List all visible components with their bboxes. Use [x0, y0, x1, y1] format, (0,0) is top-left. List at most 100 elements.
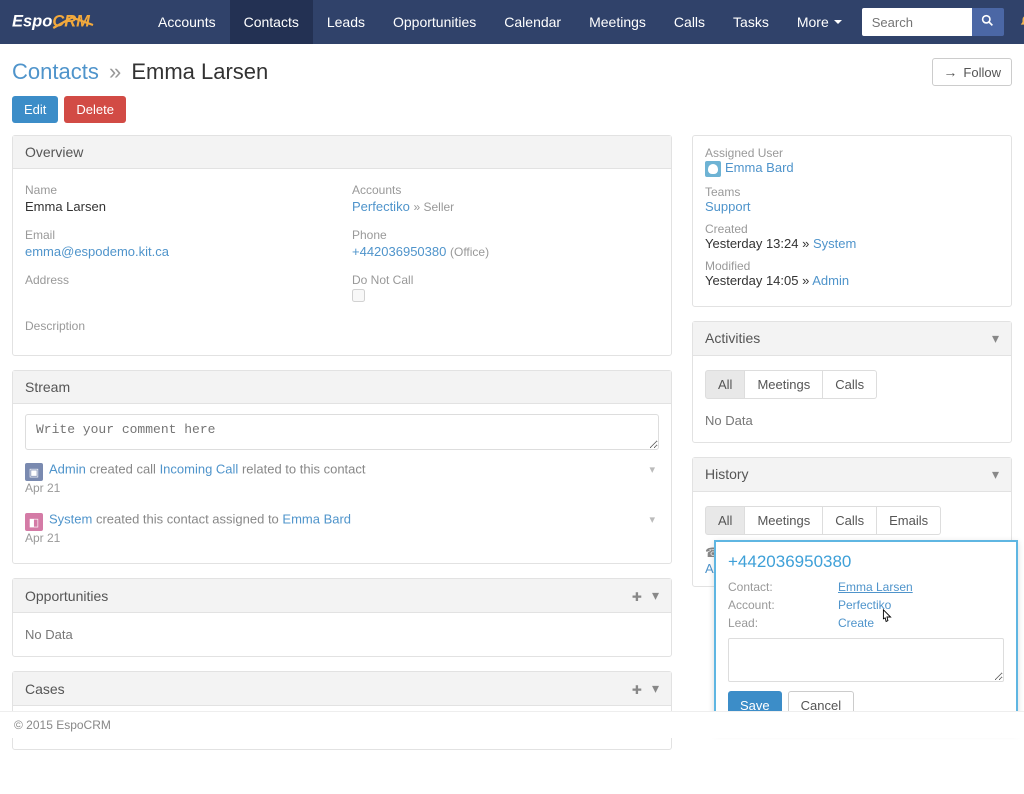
- popup-contact-label: Contact:: [728, 580, 838, 594]
- activities-tabs: AllMeetingsCalls: [705, 370, 999, 399]
- incoming-call-popup: +442036950380 Contact: Emma Larsen Accou…: [714, 540, 1018, 732]
- modified-by-link[interactable]: Admin: [812, 273, 849, 288]
- breadcrumb-sep: »: [109, 59, 121, 84]
- nav-opportunities[interactable]: Opportunities: [379, 0, 490, 44]
- nav-calls[interactable]: Calls: [660, 0, 719, 44]
- assigned-user-link[interactable]: Emma Bard: [725, 160, 794, 175]
- modified-time: Yesterday 14:05: [705, 273, 798, 288]
- history-tab-all[interactable]: All: [705, 506, 745, 535]
- footer: © 2015 EspoCRM: [0, 711, 1024, 738]
- follow-button[interactable]: Follow: [932, 58, 1012, 86]
- stream-actor[interactable]: System: [49, 512, 92, 527]
- stream-date: Apr 21: [25, 481, 659, 495]
- activities-heading: Activities: [705, 330, 760, 346]
- stream-date: Apr 21: [25, 531, 659, 545]
- stream-link[interactable]: Emma Bard: [282, 512, 351, 527]
- dnc-checkbox: [352, 289, 365, 302]
- side-info-panel: Assigned User Emma Bard Teams Support Cr…: [692, 135, 1012, 307]
- history-tabs: AllMeetingsCallsEmails: [705, 506, 999, 535]
- popup-phone: +442036950380: [728, 552, 1004, 572]
- stream-item: ◧System created this contact assigned to…: [25, 503, 659, 553]
- search-icon: [981, 14, 994, 27]
- pin-icon: ◧: [25, 513, 43, 531]
- email-label: Email: [25, 228, 332, 242]
- email-link[interactable]: emma@espodemo.kit.ca: [25, 244, 169, 259]
- record-title: Emma Larsen: [131, 59, 268, 84]
- description-label: Description: [25, 319, 659, 333]
- opportunities-menu-icon[interactable]: [652, 587, 659, 604]
- accounts-link[interactable]: Perfectiko: [352, 199, 410, 214]
- phone-type: (Office): [450, 245, 489, 259]
- opportunities-heading: Opportunities: [25, 588, 108, 604]
- created-by-link[interactable]: System: [813, 236, 856, 251]
- stream-panel: Stream ▣Admin created call Incoming Call…: [12, 370, 672, 564]
- nav-leads[interactable]: Leads: [313, 0, 379, 44]
- created-time: Yesterday 13:24: [705, 236, 798, 251]
- activities-menu-icon[interactable]: [992, 330, 999, 347]
- nav-more[interactable]: More: [783, 0, 856, 44]
- history-heading: History: [705, 466, 749, 482]
- notifications-icon[interactable]: [1010, 15, 1024, 29]
- phone-label: Phone: [352, 228, 659, 242]
- global-search: [856, 0, 1010, 44]
- popup-contact-link[interactable]: Emma Larsen: [838, 580, 913, 594]
- overview-panel: Overview Name Emma Larsen Accounts Perfe…: [12, 135, 672, 356]
- opportunities-panel: Opportunities No Data: [12, 578, 672, 657]
- stream-item-menu-icon[interactable]: [649, 463, 655, 476]
- cases-add-icon[interactable]: [632, 681, 642, 697]
- popup-account-link[interactable]: Perfectiko: [838, 598, 891, 612]
- breadcrumb-root[interactable]: Contacts: [12, 59, 99, 84]
- cases-heading: Cases: [25, 681, 65, 697]
- search-button[interactable]: [972, 8, 1004, 36]
- stream-heading: Stream: [13, 371, 671, 404]
- phone-link[interactable]: +442036950380: [352, 244, 446, 259]
- activities-nodata: No Data: [705, 409, 999, 432]
- delete-button[interactable]: Delete: [64, 96, 126, 123]
- top-navbar: EspoCRM AccountsContactsLeadsOpportuniti…: [0, 0, 1024, 44]
- brand-logo[interactable]: EspoCRM: [0, 0, 144, 44]
- nav-accounts[interactable]: Accounts: [144, 0, 230, 44]
- stream-input[interactable]: [25, 414, 659, 450]
- stream-item: ▣Admin created call Incoming Call relate…: [25, 453, 659, 503]
- name-value: Emma Larsen: [25, 199, 332, 214]
- created-label: Created: [705, 222, 999, 236]
- modified-label: Modified: [705, 259, 999, 273]
- popup-lead-create-link[interactable]: Create: [838, 616, 874, 630]
- history-tab-emails[interactable]: Emails: [877, 506, 941, 535]
- nav-tasks[interactable]: Tasks: [719, 0, 783, 44]
- edit-button[interactable]: Edit: [12, 96, 58, 123]
- popup-account-label: Account:: [728, 598, 838, 612]
- stream-link[interactable]: Incoming Call: [160, 462, 239, 477]
- search-input[interactable]: [862, 8, 972, 36]
- address-label: Address: [25, 273, 332, 287]
- teams-label: Teams: [705, 185, 999, 199]
- name-label: Name: [25, 183, 332, 197]
- page-title: Contacts » Emma Larsen: [12, 59, 268, 85]
- page-header: Contacts » Emma Larsen Follow: [12, 58, 1012, 86]
- cases-menu-icon[interactable]: [652, 680, 659, 697]
- opportunities-nodata: No Data: [25, 623, 659, 646]
- activities-tab-all[interactable]: All: [705, 370, 745, 399]
- record-actions: Edit Delete: [12, 96, 1012, 123]
- avatar-icon: [705, 161, 721, 177]
- teams-link[interactable]: Support: [705, 199, 751, 214]
- history-tab-calls[interactable]: Calls: [823, 506, 877, 535]
- assigned-user-label: Assigned User: [705, 146, 999, 160]
- stream-actor[interactable]: Admin: [49, 462, 86, 477]
- nav-calendar[interactable]: Calendar: [490, 0, 575, 44]
- stream-item-menu-icon[interactable]: [649, 513, 655, 526]
- activities-tab-meetings[interactable]: Meetings: [745, 370, 823, 399]
- overview-heading: Overview: [13, 136, 671, 169]
- activities-tab-calls[interactable]: Calls: [823, 370, 877, 399]
- main-nav: AccountsContactsLeadsOpportunitiesCalend…: [144, 0, 856, 44]
- accounts-label: Accounts: [352, 183, 659, 197]
- history-tab-meetings[interactable]: Meetings: [745, 506, 823, 535]
- nav-meetings[interactable]: Meetings: [575, 0, 660, 44]
- history-menu-icon[interactable]: [992, 466, 999, 483]
- popup-note-input[interactable]: [728, 638, 1004, 682]
- opportunities-add-icon[interactable]: [632, 588, 642, 604]
- call-icon: ▣: [25, 463, 43, 481]
- nav-contacts[interactable]: Contacts: [230, 0, 313, 44]
- popup-lead-label: Lead:: [728, 616, 838, 630]
- activities-panel: Activities AllMeetingsCalls No Data: [692, 321, 1012, 443]
